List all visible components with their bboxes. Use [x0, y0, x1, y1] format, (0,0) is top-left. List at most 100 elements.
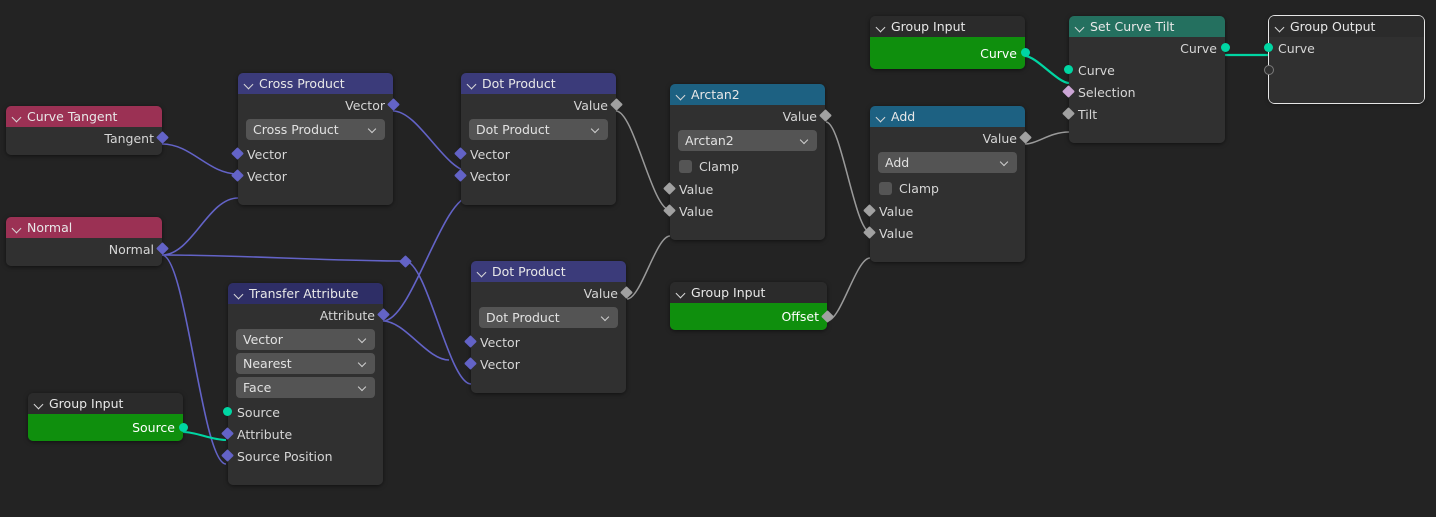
socket-row-curve-out[interactable]: Curve [1069, 37, 1230, 59]
node-header-group-input-curve[interactable]: Group Input [870, 16, 1025, 37]
collapse-chevron-icon[interactable] [12, 112, 22, 122]
socket-row-curve-out[interactable]: Curve [870, 37, 1030, 69]
clamp-checkbox-row[interactable]: Clamp [670, 154, 825, 178]
collapse-chevron-icon[interactable] [244, 79, 254, 89]
socket-source-position-input[interactable] [221, 449, 234, 462]
socket-curve-input[interactable] [1064, 65, 1073, 74]
socket-normal-output[interactable] [156, 242, 169, 255]
socket-value-input-1[interactable] [863, 204, 876, 217]
clamp-checkbox[interactable] [879, 181, 892, 195]
socket-row-empty-in[interactable] [1264, 59, 1424, 81]
node-header-normal[interactable]: Normal [6, 217, 162, 238]
socket-row-vector-in-2[interactable]: Vector [464, 353, 626, 375]
socket-row-curve-in[interactable]: Curve [1264, 37, 1424, 59]
socket-curve-output[interactable] [1021, 48, 1030, 57]
node-dot-product-bottom[interactable]: Dot Product Value Dot Product Vector Vec… [464, 261, 633, 393]
socket-row-value-out[interactable]: Value [471, 282, 633, 304]
node-editor-canvas[interactable]: Curve Tangent Tangent Normal Normal Grou… [0, 0, 1436, 517]
socket-row-value-in-1[interactable]: Value [663, 178, 825, 200]
node-header-group-input-source[interactable]: Group Input [28, 393, 183, 414]
socket-tangent-output[interactable] [156, 131, 169, 144]
collapse-chevron-icon[interactable] [234, 289, 244, 299]
socket-source-input[interactable] [223, 407, 232, 416]
node-header-group-output[interactable]: Group Output [1269, 16, 1424, 37]
socket-row-attribute-out[interactable]: Attribute [228, 304, 390, 326]
socket-tilt-input[interactable] [1062, 107, 1075, 120]
operation-dropdown-dot-product-top[interactable]: Dot Product [469, 119, 608, 140]
socket-row-value-in-2[interactable]: Value [663, 200, 825, 222]
node-group-input-curve[interactable]: Group Input Curve [870, 16, 1030, 69]
collapse-chevron-icon[interactable] [477, 267, 487, 277]
socket-vector-input-2[interactable] [464, 357, 477, 370]
socket-row-attribute-in[interactable]: Attribute [221, 423, 383, 445]
node-cross-product[interactable]: Cross Product Vector Cross Product Vecto… [231, 73, 400, 205]
node-header-transfer-attribute[interactable]: Transfer Attribute [228, 283, 383, 304]
socket-row-selection-in[interactable]: Selection [1062, 81, 1225, 103]
socket-row-vector-in-1[interactable]: Vector [464, 331, 626, 353]
node-dot-product-top[interactable]: Dot Product Value Dot Product Vector Vec… [454, 73, 623, 205]
collapse-chevron-icon[interactable] [1275, 22, 1285, 32]
node-group-input-offset[interactable]: Group Input Offset [670, 282, 834, 330]
socket-value-output[interactable] [620, 286, 633, 299]
collapse-chevron-icon[interactable] [676, 288, 686, 298]
node-header-group-input-offset[interactable]: Group Input [670, 282, 827, 303]
socket-value-output[interactable] [610, 98, 623, 111]
clamp-checkbox[interactable] [679, 159, 692, 173]
collapse-chevron-icon[interactable] [34, 399, 44, 409]
node-group-output[interactable]: Group Output Curve [1264, 16, 1424, 103]
socket-row-offset-out[interactable]: Offset [670, 303, 834, 330]
socket-offset-output[interactable] [821, 310, 834, 323]
data-type-dropdown[interactable]: Vector [236, 329, 375, 350]
node-header-set-curve-tilt[interactable]: Set Curve Tilt [1069, 16, 1225, 37]
socket-row-vector-in-2[interactable]: Vector [231, 165, 393, 187]
operation-dropdown-arctan2[interactable]: Arctan2 [678, 130, 817, 151]
socket-curve-input[interactable] [1264, 43, 1273, 52]
collapse-chevron-icon[interactable] [12, 223, 22, 233]
operation-dropdown-add[interactable]: Add [878, 152, 1017, 173]
socket-row-value-out[interactable]: Value [461, 94, 623, 116]
socket-vector-input-2[interactable] [231, 169, 244, 182]
collapse-chevron-icon[interactable] [1075, 22, 1085, 32]
socket-value-output[interactable] [1019, 131, 1032, 144]
collapse-chevron-icon[interactable] [467, 79, 477, 89]
socket-attribute-output[interactable] [377, 308, 390, 321]
socket-selection-input[interactable] [1062, 85, 1075, 98]
node-transfer-attribute[interactable]: Transfer Attribute Attribute Vector Near… [221, 283, 390, 485]
socket-attribute-input[interactable] [221, 427, 234, 440]
socket-virtual-input[interactable] [1264, 65, 1274, 75]
socket-curve-output[interactable] [1221, 43, 1230, 52]
node-header-dot-product-top[interactable]: Dot Product [461, 73, 616, 94]
collapse-chevron-icon[interactable] [676, 90, 686, 100]
node-group-input-source[interactable]: Group Input Source [28, 393, 188, 441]
socket-row-normal-out[interactable]: Normal [6, 238, 169, 260]
socket-row-vector-in-2[interactable]: Vector [454, 165, 616, 187]
socket-value-input-2[interactable] [863, 226, 876, 239]
socket-row-source-in[interactable]: Source [223, 401, 383, 423]
socket-row-value-out[interactable]: Value [670, 105, 832, 127]
socket-value-output[interactable] [819, 109, 832, 122]
operation-dropdown-dot-product-bottom[interactable]: Dot Product [479, 307, 618, 328]
socket-row-tilt-in[interactable]: Tilt [1062, 103, 1225, 125]
node-normal[interactable]: Normal Normal [6, 217, 169, 266]
node-header-curve-tangent[interactable]: Curve Tangent [6, 106, 162, 127]
socket-vector-input-1[interactable] [231, 147, 244, 160]
collapse-chevron-icon[interactable] [876, 112, 886, 122]
node-set-curve-tilt[interactable]: Set Curve Tilt Curve Curve Selection Til… [1062, 16, 1230, 143]
node-header-add[interactable]: Add [870, 106, 1025, 127]
socket-vector-output[interactable] [387, 98, 400, 111]
node-header-cross-product[interactable]: Cross Product [238, 73, 393, 94]
node-header-dot-product-bottom[interactable]: Dot Product [471, 261, 626, 282]
node-arctan2[interactable]: Arctan2 Value Arctan2 Clamp Value Value [663, 84, 832, 240]
socket-row-source-out[interactable]: Source [28, 414, 188, 441]
node-header-arctan2[interactable]: Arctan2 [670, 84, 825, 105]
operation-dropdown-cross-product[interactable]: Cross Product [246, 119, 385, 140]
socket-value-input-1[interactable] [663, 182, 676, 195]
socket-value-input-2[interactable] [663, 204, 676, 217]
socket-vector-input-1[interactable] [464, 335, 477, 348]
socket-row-vector-in-1[interactable]: Vector [231, 143, 393, 165]
socket-vector-input-1[interactable] [454, 147, 467, 160]
socket-row-vector-out[interactable]: Vector [238, 94, 400, 116]
socket-source-output[interactable] [179, 423, 188, 432]
socket-row-value-in-1[interactable]: Value [863, 200, 1025, 222]
socket-vector-input-2[interactable] [454, 169, 467, 182]
